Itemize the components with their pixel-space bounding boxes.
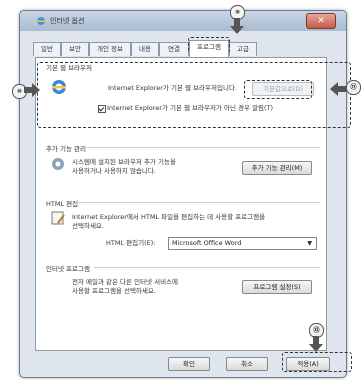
addons-divider xyxy=(84,147,320,148)
arrow-down-icon xyxy=(309,336,323,352)
tab-general[interactable]: 일반 xyxy=(33,42,61,56)
window-title: 인터넷 옵션 xyxy=(50,17,85,25)
internet-programs-divider xyxy=(94,267,320,268)
title-bar: 인터넷 옵션 ✕ xyxy=(20,11,346,31)
addons-text-line2: 사용하거나 사용하지 않습니다. xyxy=(72,167,156,175)
html-editor-select[interactable]: Microsoft Office Word ▼ xyxy=(168,237,317,250)
apply-highlight xyxy=(282,352,352,372)
addons-label: 추가 기능 관리 xyxy=(46,143,87,153)
arrow-right-icon xyxy=(24,83,40,97)
html-editing-divider xyxy=(76,202,320,203)
tab-content[interactable]: 내용 xyxy=(131,42,159,56)
ok-button[interactable]: 확인 xyxy=(168,357,210,371)
html-editing-text-line2: 선택하세요. xyxy=(72,222,104,230)
tab-advanced[interactable]: 고급 xyxy=(229,42,257,56)
callout-11: ⑪ xyxy=(346,80,361,95)
set-programs-button[interactable]: 프로그램 설정(S) xyxy=(242,280,312,294)
html-editing-label: HTML 편집 xyxy=(46,198,79,208)
html-editor-icon xyxy=(51,211,65,225)
tab-connections[interactable]: 연결 xyxy=(159,42,189,56)
internet-explorer-icon xyxy=(37,17,45,25)
cancel-button[interactable]: 취소 xyxy=(226,357,268,371)
arrow-down-icon xyxy=(230,18,244,34)
close-button[interactable]: ✕ xyxy=(306,13,336,29)
tab-privacy[interactable]: 개인 정보 xyxy=(89,42,131,56)
tab-programs[interactable]: 프로그램 xyxy=(189,40,229,57)
internet-programs-text-line2: 사용할 프로그램을 선택하세요. xyxy=(72,287,156,295)
make-default-highlight xyxy=(244,80,312,99)
html-editor-label: HTML 편집기(E): xyxy=(106,239,156,247)
addons-gear-icon xyxy=(52,158,64,170)
arrow-left-icon xyxy=(330,82,346,96)
manage-addons-button[interactable]: 추가 기능 관리(M) xyxy=(242,161,312,175)
tab-security[interactable]: 보안 xyxy=(61,42,89,56)
tab-strip: 일반 보안 개인 정보 내용 연결 프로그램 고급 xyxy=(20,40,346,58)
internet-programs-label: 인터넷 프로그램 xyxy=(46,263,90,273)
chevron-down-icon: ▼ xyxy=(307,240,312,247)
html-editor-value: Microsoft Office Word xyxy=(172,239,242,247)
